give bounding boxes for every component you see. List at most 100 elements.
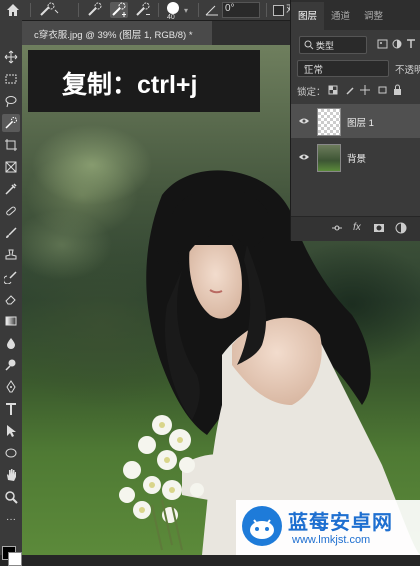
tab-layers[interactable]: 图层 [298, 8, 317, 22]
layer-filter-select[interactable]: 类型 ▾ [299, 36, 367, 54]
adjustment-filter-icon [392, 39, 402, 49]
sample-all-layers-checkbox[interactable] [273, 5, 284, 16]
layer-name[interactable]: 背景 [347, 151, 366, 165]
eye-icon[interactable] [299, 153, 309, 161]
subtract-from-selection-icon[interactable] [134, 2, 152, 18]
divider [30, 3, 31, 17]
gradient-tool[interactable] [2, 312, 20, 330]
image-filter-icon [377, 39, 388, 49]
layer-row-background[interactable]: 背景 [291, 140, 420, 174]
quick-selection-tool[interactable] [2, 114, 20, 132]
dodge-icon [5, 359, 16, 371]
document-tab[interactable]: c穿衣服.jpg @ 39% (图层 1, RGB/8) * [22, 21, 213, 45]
ellipse-icon [5, 448, 17, 458]
home-icon[interactable] [5, 2, 21, 18]
hand-icon [7, 469, 16, 481]
type-icon [6, 403, 16, 415]
watermark-url: www.lmkjst.com [292, 534, 371, 546]
adjustment-icon[interactable] [395, 222, 407, 234]
type-tool[interactable] [2, 400, 20, 418]
lock-options[interactable] [327, 84, 420, 96]
filter-icons[interactable] [377, 38, 420, 50]
pen-icon [6, 380, 16, 393]
watermark-brand: 蓝莓安卓网 [288, 512, 393, 534]
lock-artboard-icon [378, 86, 387, 94]
lock-position-icon [360, 85, 370, 95]
angle-input[interactable]: 0° [222, 2, 260, 18]
zoom-icon [5, 491, 18, 504]
document-title: c穿衣服.jpg @ 39% (图层 1, RGB/8) * [34, 30, 193, 41]
move-tool[interactable] [2, 48, 20, 66]
link-icon[interactable] [331, 222, 343, 234]
eraser-icon [5, 295, 16, 305]
gradient-icon [5, 316, 17, 326]
rectangle-marquee-icon [5, 74, 17, 84]
watermark: 蓝莓安卓网 www.lmkjst.com [236, 500, 420, 555]
lock-transparent-icon [328, 85, 338, 95]
layer-row-layer-1[interactable]: 图层 1 [291, 104, 420, 138]
edit-toolbar-button[interactable]: ··· [2, 510, 20, 528]
quick-selection-icon [5, 117, 17, 129]
background-color-swatch[interactable] [8, 552, 22, 566]
crop-tool[interactable] [2, 136, 20, 154]
chevron-down-icon: ▾ [304, 65, 308, 72]
blur-tool[interactable] [2, 334, 20, 352]
text-filter-icon [407, 39, 415, 48]
lock-all-icon [394, 84, 401, 95]
hand-tool[interactable] [2, 466, 20, 484]
history-brush-tool[interactable] [2, 268, 20, 286]
move-icon [4, 50, 18, 64]
eyedropper-tool[interactable] [2, 180, 20, 198]
clone-stamp-tool[interactable] [2, 246, 20, 264]
chevron-down-icon: ▾ [316, 41, 320, 48]
quick-selection-icon[interactable] [38, 2, 60, 18]
history-brush-icon [4, 271, 17, 284]
divider [198, 3, 199, 17]
frame-tool[interactable] [2, 158, 20, 176]
add-to-selection-icon[interactable] [110, 2, 128, 18]
zoom-tool[interactable] [2, 488, 20, 506]
dodge-tool[interactable] [2, 356, 20, 374]
mask-icon[interactable] [373, 222, 385, 234]
stamp-icon [5, 249, 17, 260]
opacity-label: 不透明 [395, 65, 420, 76]
tab-channels[interactable]: 通道 [331, 8, 350, 22]
path-selection-tool[interactable] [2, 422, 20, 440]
crop-icon [5, 139, 17, 151]
lock-image-icon [346, 87, 354, 95]
layers-panel: 图层 通道 调整 类型 ▾ 正常 ▾ 不透明 锁定： 图层 1 背景 fx [290, 0, 420, 241]
robot-logo-icon [242, 506, 282, 546]
panel-tabs: 图层 通道 调整 [291, 0, 420, 30]
eye-icon[interactable] [299, 117, 309, 125]
lasso-tool[interactable] [2, 92, 20, 110]
layer-thumbnail [317, 144, 341, 172]
tab-adjustments[interactable]: 调整 [364, 8, 383, 22]
bandage-icon [6, 206, 16, 216]
marquee-tool[interactable] [2, 70, 20, 88]
instruction-banner: 复制：ctrl+j [28, 50, 260, 112]
new-selection-icon[interactable] [86, 2, 104, 18]
droplet-icon [7, 338, 15, 349]
divider [266, 3, 267, 17]
pen-tool[interactable] [2, 378, 20, 396]
layers-panel-footer: fx [291, 216, 420, 241]
layer-thumbnail [317, 108, 341, 136]
shape-tool[interactable] [2, 444, 20, 462]
blend-mode-select[interactable]: 正常 ▾ [297, 60, 389, 77]
more-icon: ··· [6, 513, 16, 525]
eyedropper-icon [5, 183, 17, 195]
healing-brush-tool[interactable] [2, 202, 20, 220]
divider [158, 3, 159, 17]
lasso-icon [5, 96, 17, 108]
layer-name[interactable]: 图层 1 [347, 115, 374, 129]
path-selection-icon [7, 425, 16, 437]
brush-icon [6, 227, 17, 238]
chevron-down-icon[interactable]: ▾ [184, 6, 192, 22]
search-icon [304, 40, 314, 50]
tools-panel: ··· [0, 20, 23, 566]
fx-icon[interactable]: fx [353, 222, 361, 233]
eraser-tool[interactable] [2, 290, 20, 308]
tab-bar-empty [212, 21, 290, 45]
frame-icon [5, 161, 17, 173]
brush-tool[interactable] [2, 224, 20, 242]
